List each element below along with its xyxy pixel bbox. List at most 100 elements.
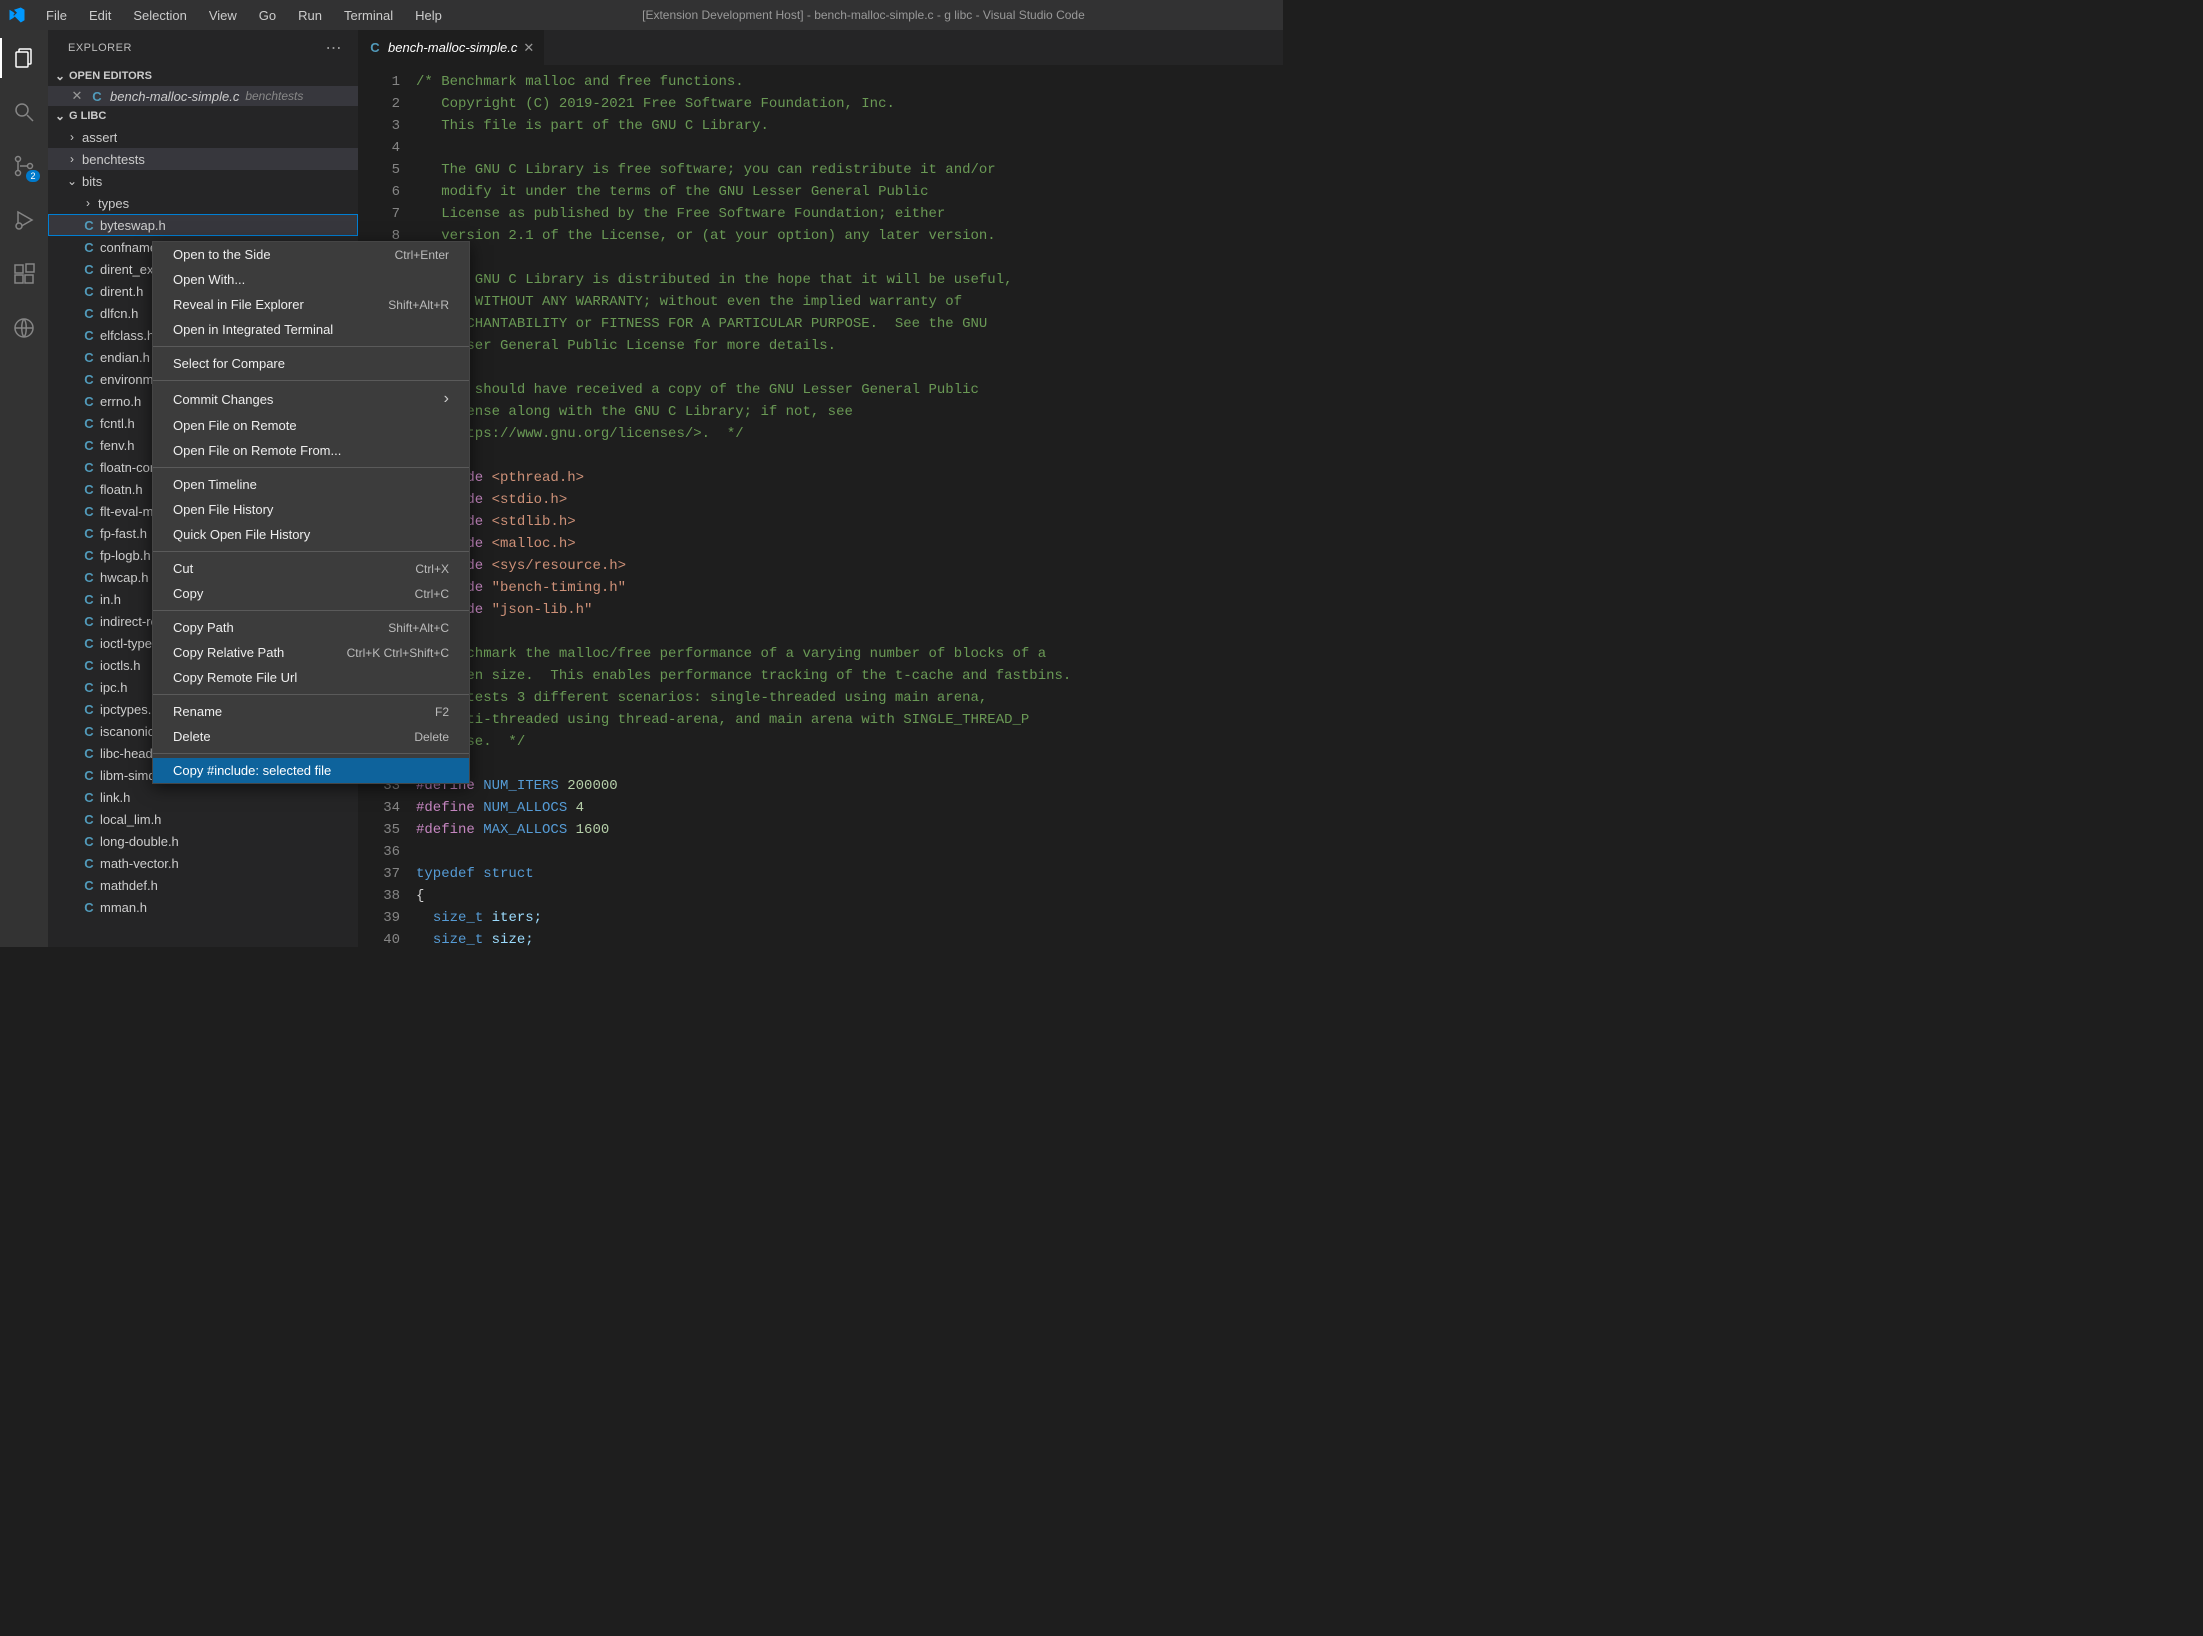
tree-item-label: types bbox=[98, 196, 129, 211]
menu-edit[interactable]: Edit bbox=[79, 4, 121, 27]
context-menu-item[interactable]: DeleteDelete bbox=[153, 724, 469, 749]
c-file-icon: C bbox=[82, 350, 96, 365]
context-menu-item[interactable]: CopyCtrl+C bbox=[153, 581, 469, 606]
context-menu-item[interactable]: Open File on Remote From... bbox=[153, 438, 469, 463]
activity-search[interactable] bbox=[0, 92, 48, 132]
close-icon[interactable]: ✕ bbox=[70, 88, 84, 104]
folder-item[interactable]: › types bbox=[48, 192, 358, 214]
editor-area: C bench-malloc-simple.c ✕ 12345678910111… bbox=[358, 30, 1283, 947]
file-item[interactable]: Cbyteswap.h bbox=[48, 214, 358, 236]
c-file-icon: C bbox=[82, 900, 96, 915]
context-menu-item[interactable]: Quick Open File History bbox=[153, 522, 469, 547]
tree-item-label: in.h bbox=[100, 592, 121, 607]
c-file-icon: C bbox=[82, 328, 96, 343]
tree-item-label: dirent.h bbox=[100, 284, 143, 299]
context-menu-item[interactable]: Open in Integrated Terminal bbox=[153, 317, 469, 342]
sidebar-more-icon[interactable]: ⋯ bbox=[326, 38, 343, 58]
context-menu-item[interactable]: Open to the SideCtrl+Enter bbox=[153, 242, 469, 267]
context-menu-separator bbox=[153, 610, 469, 611]
menu-terminal[interactable]: Terminal bbox=[334, 4, 403, 27]
tree-item-label: fp-logb.h bbox=[100, 548, 151, 563]
folder-item[interactable]: › assert bbox=[48, 126, 358, 148]
context-menu-item[interactable]: CutCtrl+X bbox=[153, 556, 469, 581]
c-file-icon: C bbox=[82, 614, 96, 629]
code-content[interactable]: /* Benchmark malloc and free functions. … bbox=[416, 65, 1283, 947]
context-menu-item[interactable]: Reveal in File ExplorerShift+Alt+R bbox=[153, 292, 469, 317]
activity-extensions[interactable] bbox=[0, 254, 48, 294]
menu-view[interactable]: View bbox=[199, 4, 247, 27]
activity-remote[interactable] bbox=[0, 308, 48, 348]
context-menu-item[interactable]: Commit Changes bbox=[153, 385, 469, 413]
context-menu-item[interactable]: Open File on Remote bbox=[153, 413, 469, 438]
tree-item-label: local_lim.h bbox=[100, 812, 161, 827]
tree-item-label: ipctypes.h bbox=[100, 702, 159, 717]
file-item[interactable]: Clocal_lim.h bbox=[48, 808, 358, 830]
chevron-down-icon: ⌄ bbox=[66, 174, 78, 188]
c-file-icon: C bbox=[82, 812, 96, 827]
tab-item[interactable]: C bench-malloc-simple.c ✕ bbox=[358, 30, 545, 65]
file-item[interactable]: Clong-double.h bbox=[48, 830, 358, 852]
context-menu-item[interactable]: Select for Compare bbox=[153, 351, 469, 376]
context-menu-item[interactable]: Copy #include: selected file bbox=[153, 758, 469, 783]
c-file-icon: C bbox=[82, 416, 96, 431]
file-item[interactable]: Cmathdef.h bbox=[48, 874, 358, 896]
folder-item[interactable]: ⌄bits bbox=[48, 170, 358, 192]
menu-help[interactable]: Help bbox=[405, 4, 452, 27]
c-file-icon: C bbox=[82, 702, 96, 717]
tree-item-label: assert bbox=[82, 130, 117, 145]
context-menu-item[interactable]: RenameF2 bbox=[153, 699, 469, 724]
menu-file[interactable]: File bbox=[36, 4, 77, 27]
tree-item-label: hwcap.h bbox=[100, 570, 148, 585]
context-menu-item[interactable]: Open With... bbox=[153, 267, 469, 292]
file-item[interactable]: Clink.h bbox=[48, 786, 358, 808]
c-file-icon: C bbox=[82, 548, 96, 563]
activitybar: 2 bbox=[0, 30, 48, 947]
open-editor-item[interactable]: ✕ C bench-malloc-simple.c benchtests bbox=[48, 86, 358, 106]
c-file-icon: C bbox=[82, 218, 96, 233]
tree-item-label: benchtests bbox=[82, 152, 145, 167]
workspace-header[interactable]: ⌄ G LIBC bbox=[48, 106, 358, 126]
c-file-icon: C bbox=[82, 636, 96, 651]
c-file-icon: C bbox=[82, 834, 96, 849]
tree-item-label: mathdef.h bbox=[100, 878, 158, 893]
context-menu-separator bbox=[153, 467, 469, 468]
context-menu-item[interactable]: Copy Remote File Url bbox=[153, 665, 469, 690]
tree-item-label: ioctls.h bbox=[100, 658, 140, 673]
chevron-right-icon: › bbox=[82, 196, 94, 210]
file-item[interactable]: Cmman.h bbox=[48, 896, 358, 918]
context-menu-separator bbox=[153, 346, 469, 347]
menu-run[interactable]: Run bbox=[288, 4, 332, 27]
menu-selection[interactable]: Selection bbox=[123, 4, 196, 27]
c-file-icon: C bbox=[82, 878, 96, 893]
chevron-right-icon: › bbox=[66, 130, 78, 144]
c-file-icon: C bbox=[82, 284, 96, 299]
menu-go[interactable]: Go bbox=[249, 4, 286, 27]
c-file-icon: C bbox=[82, 306, 96, 321]
c-file-icon: C bbox=[82, 394, 96, 409]
context-menu-item[interactable]: Copy Relative PathCtrl+K Ctrl+Shift+C bbox=[153, 640, 469, 665]
chevron-down-icon: ⌄ bbox=[54, 109, 66, 123]
context-menu-separator bbox=[153, 694, 469, 695]
context-menu-item[interactable]: Copy PathShift+Alt+C bbox=[153, 615, 469, 640]
context-menu-item[interactable]: Open File History bbox=[153, 497, 469, 522]
vscode-logo-icon bbox=[8, 6, 26, 24]
menubar: FileEditSelectionViewGoRunTerminalHelp bbox=[36, 4, 452, 27]
activity-scm[interactable]: 2 bbox=[0, 146, 48, 186]
scm-badge: 2 bbox=[26, 170, 40, 182]
c-file-icon: C bbox=[82, 658, 96, 673]
c-file-icon: C bbox=[82, 724, 96, 739]
close-icon[interactable]: ✕ bbox=[523, 40, 534, 56]
activity-debug[interactable] bbox=[0, 200, 48, 240]
context-menu-item[interactable]: Open Timeline bbox=[153, 472, 469, 497]
tree-item-label: ipc.h bbox=[100, 680, 127, 695]
c-file-icon: C bbox=[82, 438, 96, 453]
open-editors-header[interactable]: ⌄ OPEN EDITORS bbox=[48, 66, 358, 86]
activity-explorer[interactable] bbox=[0, 38, 48, 78]
tree-item-label: dlfcn.h bbox=[100, 306, 138, 321]
file-item[interactable]: Cmath-vector.h bbox=[48, 852, 358, 874]
folder-item[interactable]: ›benchtests bbox=[48, 148, 358, 170]
c-file-icon: C bbox=[82, 570, 96, 585]
c-file-icon: C bbox=[82, 504, 96, 519]
tree-item-label: fenv.h bbox=[100, 438, 134, 453]
tree-item-label: elfclass.h bbox=[100, 328, 154, 343]
